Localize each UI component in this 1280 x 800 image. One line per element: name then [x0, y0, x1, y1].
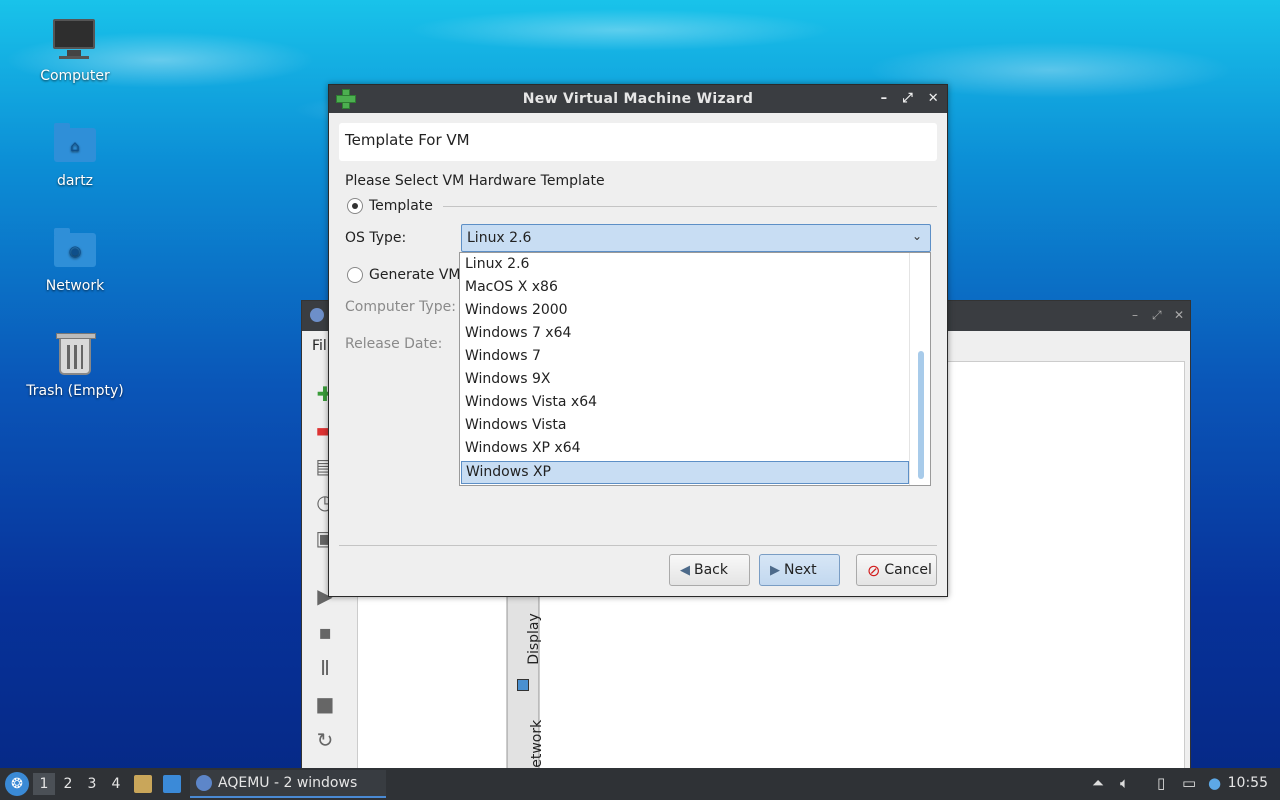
pause-icon[interactable]: Ⅱ — [312, 655, 338, 681]
scrollbar-thumb[interactable] — [918, 351, 924, 479]
show-desktop-icon[interactable] — [163, 775, 181, 793]
desktop-icon-label: Trash (Empty) — [26, 383, 124, 399]
desktop-icon-trash[interactable]: Trash (Empty) — [20, 331, 130, 399]
list-item[interactable]: Windows Vista — [461, 415, 909, 438]
desktop-icon-home[interactable]: ⌂ dartz — [20, 121, 130, 189]
start-menu-icon[interactable]: ❂ — [5, 772, 29, 796]
reset-icon[interactable]: ↻ — [312, 727, 338, 753]
button-separator — [339, 545, 937, 546]
chevron-down-icon: ⌄ — [911, 229, 922, 243]
close-icon[interactable]: ✕ — [928, 91, 939, 106]
aqemu-app-icon — [310, 308, 324, 322]
page-header: Template For VM — [339, 123, 937, 161]
generate-vm-radio-label[interactable]: Generate VM — [369, 267, 461, 283]
list-item[interactable]: MacOS X x86 — [461, 277, 909, 300]
tray-arrow-icon[interactable]: ⏶ — [1092, 774, 1104, 792]
list-item-selected[interactable]: Windows XP — [461, 461, 909, 484]
trash-icon — [51, 331, 99, 379]
list-item[interactable]: Windows 7 x64 — [461, 323, 909, 346]
task-label: AQEMU - 2 windows — [218, 775, 358, 791]
dialog-title: New Virtual Machine Wizard — [522, 91, 754, 107]
minimize-icon[interactable]: – — [881, 91, 888, 106]
workspace-2[interactable]: 2 — [57, 773, 79, 795]
list-item[interactable]: Linux 2.6 — [461, 254, 909, 277]
dialog-titlebar: New Virtual Machine Wizard – ⤢ ✕ — [329, 85, 947, 113]
clipboard-icon[interactable]: ▯ — [1157, 774, 1165, 792]
arrow-right-icon: ▶ — [770, 562, 780, 578]
task-aqemu[interactable]: AQEMU - 2 windows — [190, 770, 386, 798]
workspace-4[interactable]: 4 — [105, 773, 127, 795]
list-item[interactable]: Windows 9X — [461, 369, 909, 392]
os-type-select[interactable]: Linux 2.6 ⌄ — [461, 224, 931, 252]
generate-vm-radio[interactable] — [347, 267, 363, 283]
list-item[interactable]: Windows 7 — [461, 346, 909, 369]
list-item[interactable]: Windows XP x64 — [461, 438, 909, 461]
minimize-icon[interactable]: – — [1132, 308, 1138, 322]
clock[interactable]: 10:55 — [1228, 775, 1268, 791]
os-type-dropdown-list[interactable]: Linux 2.6 MacOS X x86 Windows 2000 Windo… — [459, 252, 931, 486]
next-button[interactable]: ▶ Next — [759, 554, 840, 586]
desktop-icon-label: dartz — [56, 173, 94, 189]
list-item[interactable]: Windows 2000 — [461, 300, 909, 323]
close-icon[interactable]: ✕ — [1174, 308, 1184, 322]
os-type-label: OS Type: — [345, 230, 407, 246]
template-radio[interactable] — [347, 198, 363, 214]
workspace-1[interactable]: 1 — [33, 773, 55, 795]
arrow-left-icon: ◀ — [680, 562, 690, 578]
stop-icon[interactable]: ■ — [312, 691, 338, 717]
computer-type-label: Computer Type: — [345, 299, 456, 315]
display-icon — [517, 679, 529, 691]
network-folder-icon: ◉ — [51, 226, 99, 274]
release-date-label: Release Date: — [345, 336, 443, 352]
prompt-label: Please Select VM Hardware Template — [345, 173, 605, 189]
save-icon[interactable]: ▪ — [312, 619, 338, 645]
taskbar: ❂ 1 2 3 4 AQEMU - 2 windows ⏶ 🔈︎ ▯ ▭ ● 1… — [0, 768, 1280, 800]
separator — [443, 206, 937, 207]
tab-display[interactable]: Display — [508, 613, 542, 665]
workspace-3[interactable]: 3 — [81, 773, 103, 795]
add-icon — [335, 88, 356, 109]
computer-icon — [51, 16, 99, 64]
os-type-value: Linux 2.6 — [467, 230, 532, 246]
vertical-tabs: Display Network — [507, 591, 545, 778]
tab-network[interactable]: Network — [508, 720, 545, 778]
vm-list[interactable] — [357, 591, 507, 771]
file-manager-icon[interactable] — [134, 775, 152, 793]
cancel-button[interactable]: ⊘ Cancel — [856, 554, 937, 586]
maximize-icon[interactable]: ⤢ — [902, 91, 913, 106]
home-folder-icon: ⌂ — [51, 121, 99, 169]
desktop-icon-label: Network — [45, 278, 105, 294]
list-item[interactable]: Windows Vista x64 — [461, 392, 909, 415]
update-icon[interactable]: ● — [1208, 774, 1221, 792]
cancel-icon: ⊘ — [867, 560, 881, 580]
back-button[interactable]: ◀ Back — [669, 554, 750, 586]
desktop-icon-label: Computer — [40, 68, 110, 84]
volume-icon[interactable]: 🔈︎ — [1120, 774, 1129, 792]
maximize-icon[interactable]: ⤢ — [1152, 308, 1162, 323]
scrollbar-track — [909, 253, 910, 485]
desktop-icon-computer[interactable]: Computer — [20, 16, 130, 84]
template-radio-label[interactable]: Template — [369, 198, 433, 214]
network-tray-icon[interactable]: ▭ — [1182, 774, 1196, 792]
aqemu-app-icon — [196, 775, 212, 791]
desktop-icon-network[interactable]: ◉ Network — [20, 226, 130, 294]
